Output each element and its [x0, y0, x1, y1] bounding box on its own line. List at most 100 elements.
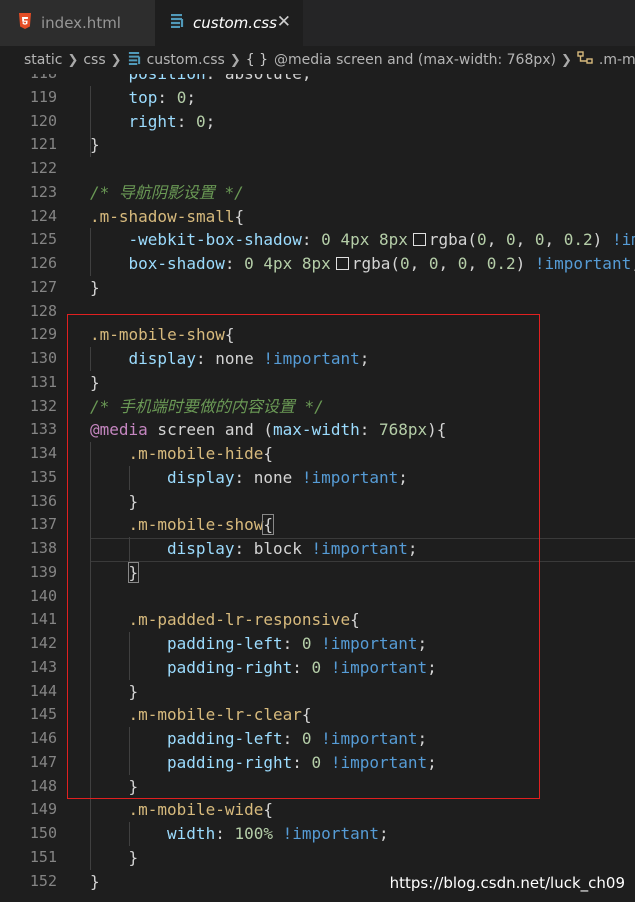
- breadcrumb-item-media[interactable]: @media screen and (max-width: 768px): [274, 52, 556, 68]
- code-token: :: [224, 254, 245, 273]
- code-line[interactable]: 118 position: absolute;: [0, 74, 635, 86]
- line-number: 152: [29, 871, 57, 890]
- code-text: }: [90, 276, 100, 300]
- code-line[interactable]: 125 -webkit-box-shadow: 0 4px 8px rgba(0, …: [0, 228, 635, 252]
- line-number: 140: [29, 586, 57, 605]
- tab-bar: index.html custom.css ✕: [0, 0, 635, 46]
- code-token: rgba(: [351, 254, 400, 273]
- breadcrumb-item-file[interactable]: custom.css: [147, 52, 225, 68]
- code-token: : absolute;: [206, 74, 312, 83]
- code-token: top: [128, 87, 158, 107]
- code-line[interactable]: 149 .m-mobile-wide{: [0, 798, 635, 822]
- code-line[interactable]: 121}: [0, 133, 635, 157]
- code-token: !important: [534, 254, 632, 273]
- code-token: ,: [515, 230, 535, 250]
- code-token: ,: [409, 254, 429, 273]
- line-number: 146: [29, 729, 57, 747]
- code-text: top: 0;: [129, 86, 196, 110]
- line-number: 149: [29, 800, 57, 819]
- line-number: 147: [29, 752, 57, 771]
- code-token: ,: [544, 230, 564, 250]
- indent-guide: [90, 85, 91, 157]
- color-swatch[interactable]: [335, 257, 349, 270]
- code-token: :: [215, 824, 235, 843]
- tab-index-html[interactable]: index.html: [0, 0, 155, 46]
- code-token: ;: [186, 87, 196, 107]
- code-token: ;: [378, 824, 389, 843]
- code-token: }: [90, 871, 100, 891]
- line-number: 125: [29, 230, 57, 249]
- code-line[interactable]: 127}: [0, 276, 635, 300]
- line-number: 142: [29, 634, 57, 652]
- line-number: 127: [29, 277, 57, 296]
- breadcrumb-item-static[interactable]: static: [24, 52, 62, 68]
- code-token: 0.2: [486, 254, 516, 273]
- line-number: 150: [29, 824, 57, 842]
- line-number: 141: [29, 610, 57, 629]
- code-token: 100%: [234, 824, 273, 843]
- line-number: 135: [29, 467, 57, 486]
- selector-icon: [577, 51, 593, 69]
- code-line[interactable]: 126 box-shadow: 0 4px 8px rgba(0, 0, 0, 0.…: [0, 252, 635, 276]
- code-token: :: [176, 111, 196, 131]
- line-number: 129: [29, 325, 57, 344]
- code-token: :: [157, 87, 177, 107]
- breadcrumb: static ❯ css ❯ custom.css ❯ { } @media s…: [0, 46, 635, 74]
- line-number: 134: [29, 444, 57, 462]
- code-token: 0: [399, 254, 410, 273]
- code-text: }: [90, 870, 100, 894]
- code-line[interactable]: 119 top: 0;: [0, 86, 635, 110]
- code-token: .m-mobile-wide: [128, 800, 264, 820]
- line-number: 137: [29, 515, 57, 534]
- line-number: 124: [29, 206, 57, 225]
- code-token: 0: [428, 254, 439, 273]
- close-icon[interactable]: ✕: [277, 12, 291, 32]
- code-text: -webkit-box-shadow: 0 4px 8px rgba(0, 0, …: [129, 228, 635, 252]
- code-token: :: [301, 230, 322, 250]
- line-number: 132: [29, 396, 57, 415]
- code-token: 0: [534, 230, 545, 250]
- code-token: rgba(: [428, 230, 478, 250]
- line-number: 122: [29, 159, 57, 177]
- code-text: }: [129, 846, 139, 870]
- chevron-right-icon: ❯: [229, 52, 241, 68]
- code-line[interactable]: 122: [0, 157, 635, 181]
- code-token: 0 4px 8px: [321, 230, 408, 250]
- code-token: width: [167, 824, 216, 843]
- code-token: right: [128, 111, 177, 131]
- code-token: ,: [467, 254, 487, 273]
- code-token: }: [90, 277, 100, 297]
- line-number: 119: [29, 87, 57, 106]
- code-token: ,: [486, 230, 506, 250]
- code-text: /* 导航阴影设置 */: [90, 181, 244, 205]
- breadcrumb-item-selector[interactable]: .m-m: [599, 52, 635, 68]
- code-line[interactable]: 123 /* 导航阴影设置 */: [0, 181, 635, 205]
- code-line[interactable]: 151}: [0, 846, 635, 870]
- line-number: 145: [29, 705, 57, 724]
- line-number: 136: [29, 491, 57, 510]
- code-line[interactable]: 150 width: 100% !important;: [0, 822, 635, 846]
- line-number: 118: [0, 74, 57, 86]
- code-token: 0: [457, 254, 468, 273]
- code-token: {: [263, 800, 274, 820]
- line-number: 121: [29, 135, 57, 154]
- code-text: }: [90, 133, 100, 157]
- code-token: 0: [477, 230, 487, 250]
- code-line[interactable]: 120 right: 0;: [0, 110, 635, 134]
- code-token: ): [592, 230, 612, 250]
- code-token: ;: [631, 254, 635, 273]
- tab-custom-css[interactable]: custom.css ✕: [155, 0, 303, 46]
- braces-icon: { }: [245, 52, 269, 68]
- color-swatch[interactable]: [412, 233, 426, 247]
- code-text: .m-mobile-wide{: [129, 798, 274, 822]
- code-token: /* 导航阴影设置 */: [90, 182, 244, 202]
- line-number: 133: [29, 420, 57, 439]
- code-token: box-shadow: [128, 254, 225, 273]
- code-token: position: [129, 74, 206, 83]
- breadcrumb-item-css[interactable]: css: [83, 52, 105, 68]
- line-number: 148: [29, 776, 57, 795]
- code-token: -webkit-box-shadow: [128, 230, 302, 250]
- code-token: {: [234, 206, 245, 226]
- code-line[interactable]: 124 .m-shadow-small{: [0, 205, 635, 229]
